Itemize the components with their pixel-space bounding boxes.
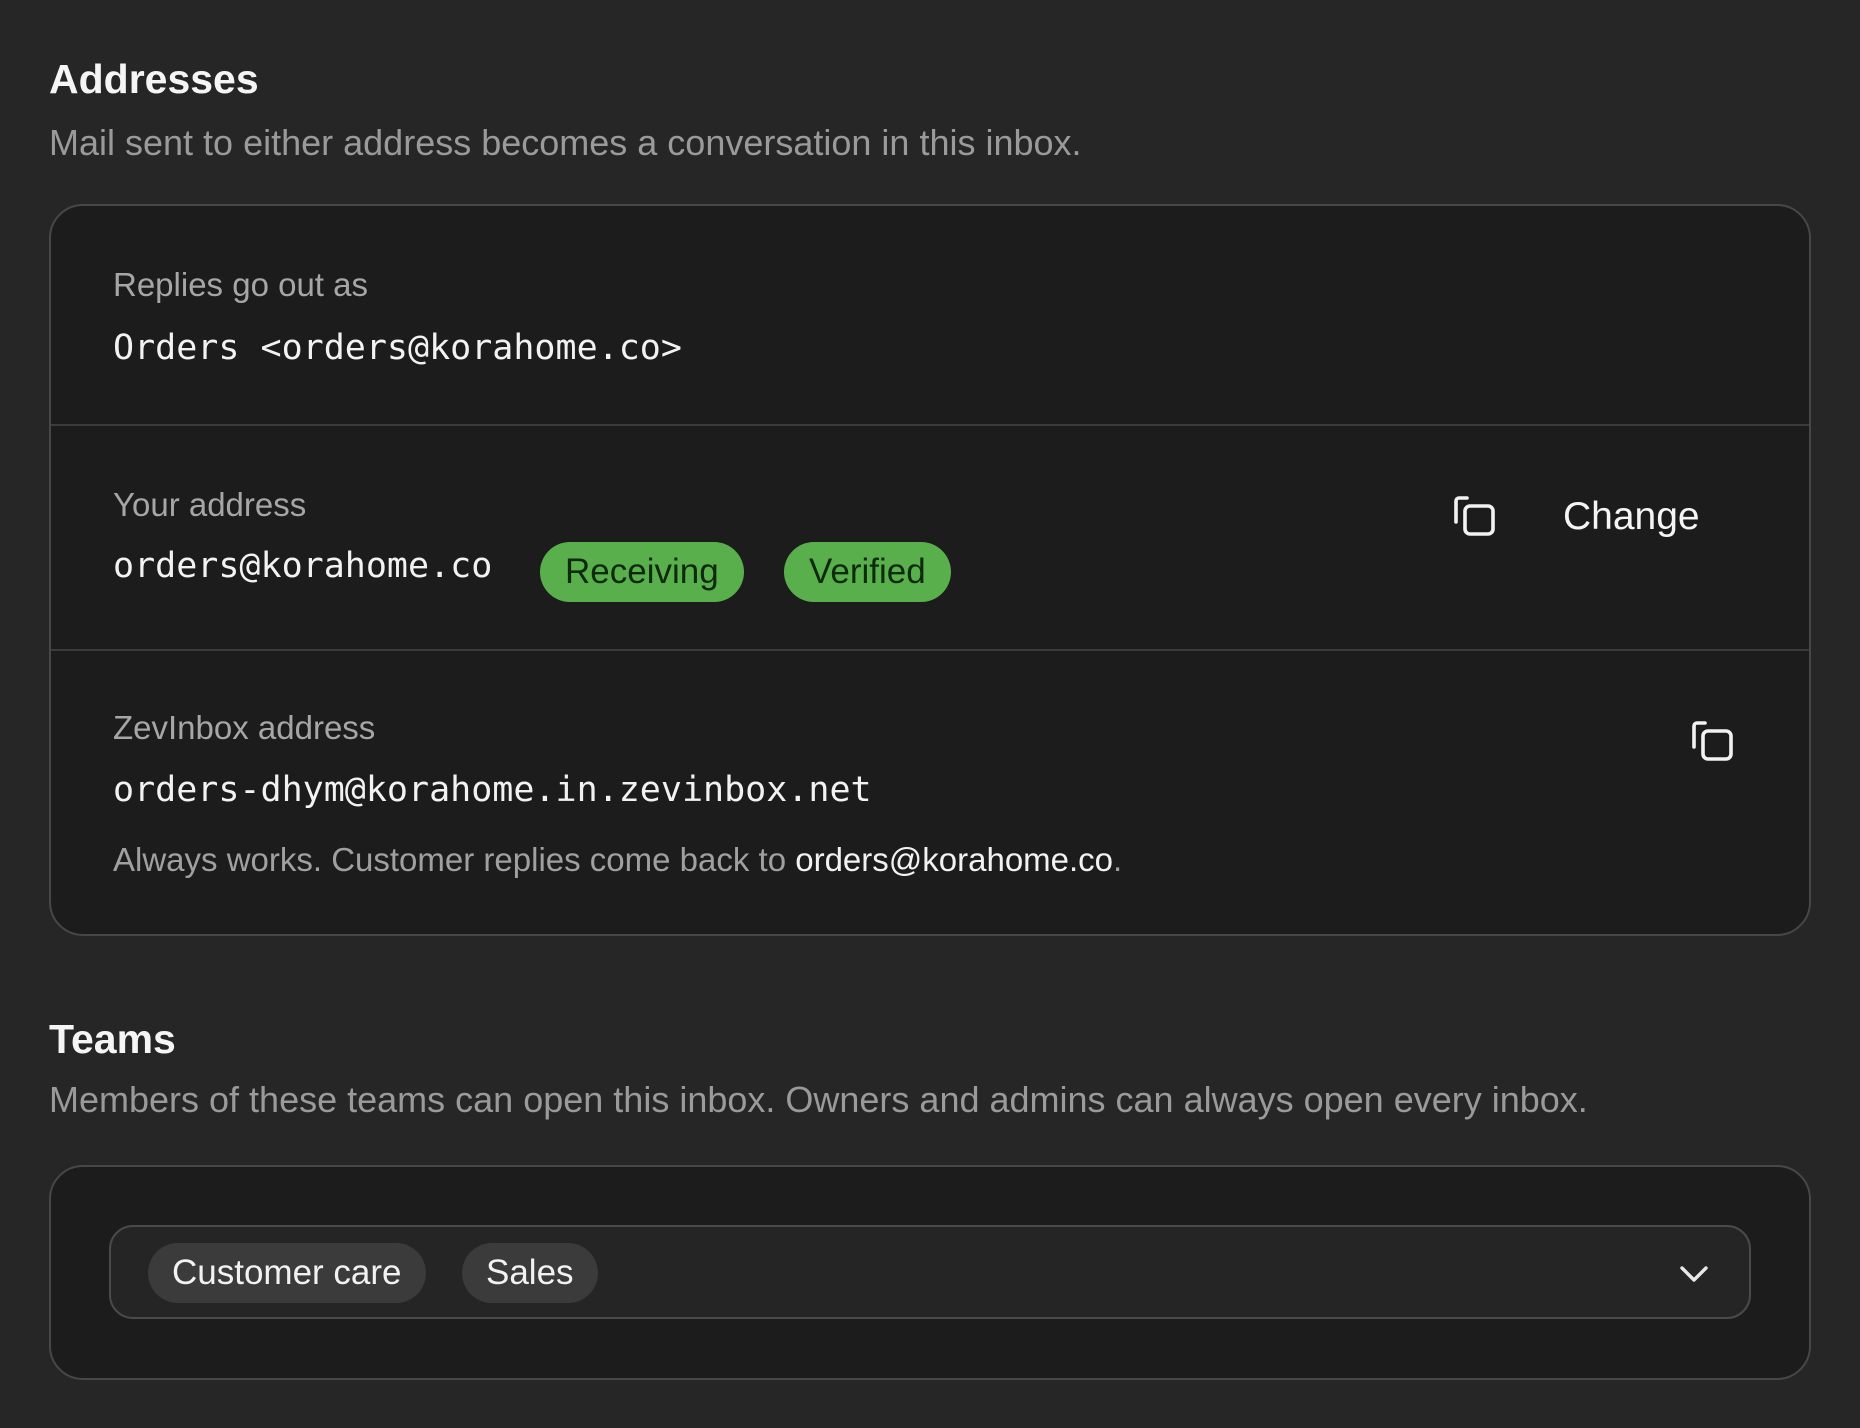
teams-description: Members of these teams can open this inb… (49, 1079, 1588, 1120)
team-chip-customer-care[interactable]: Customer care (148, 1243, 426, 1303)
your-address-label: Your address (113, 486, 307, 523)
copy-icon (1454, 496, 1495, 536)
your-address-row: Your address orders@korahome.co Receivin… (51, 426, 1809, 651)
addresses-description: Mail sent to either address becomes a co… (49, 122, 1082, 163)
copy-zevinbox-address-button[interactable] (1685, 713, 1741, 769)
zevinbox-value: orders-dhym@korahome.in.zevinbox.net (113, 770, 872, 810)
zevinbox-note-address: orders@korahome.co (795, 841, 1114, 878)
replies-row: Replies go out as Orders <orders@korahom… (51, 206, 1809, 426)
chevron-down-icon[interactable] (1677, 1257, 1711, 1291)
zevinbox-note-suffix: . (1113, 841, 1123, 878)
replies-value: Orders <orders@korahome.co> (113, 328, 682, 368)
addresses-card: Replies go out as Orders <orders@korahom… (49, 204, 1811, 936)
replies-label: Replies go out as (113, 266, 368, 303)
your-address-value: orders@korahome.co (113, 546, 493, 586)
copy-icon (1692, 721, 1733, 761)
team-chip-sales[interactable]: Sales (462, 1243, 598, 1303)
teams-heading: Teams (49, 1016, 176, 1062)
receiving-badge: Receiving (540, 542, 744, 602)
zevinbox-label: ZevInbox address (113, 709, 376, 746)
verified-badge: Verified (784, 542, 951, 602)
addresses-heading: Addresses (49, 56, 259, 102)
teams-select[interactable]: Customer care Sales (109, 1225, 1751, 1319)
zevinbox-note-prefix: Always works. Customer replies come back… (113, 841, 796, 878)
copy-your-address-button[interactable] (1447, 488, 1503, 544)
zevinbox-row: ZevInbox address orders-dhym@korahome.in… (51, 651, 1809, 934)
change-address-button[interactable]: Change (1563, 497, 1700, 536)
zevinbox-note: Always works. Customer replies come back… (113, 843, 1122, 876)
teams-card: Customer care Sales (49, 1165, 1811, 1380)
